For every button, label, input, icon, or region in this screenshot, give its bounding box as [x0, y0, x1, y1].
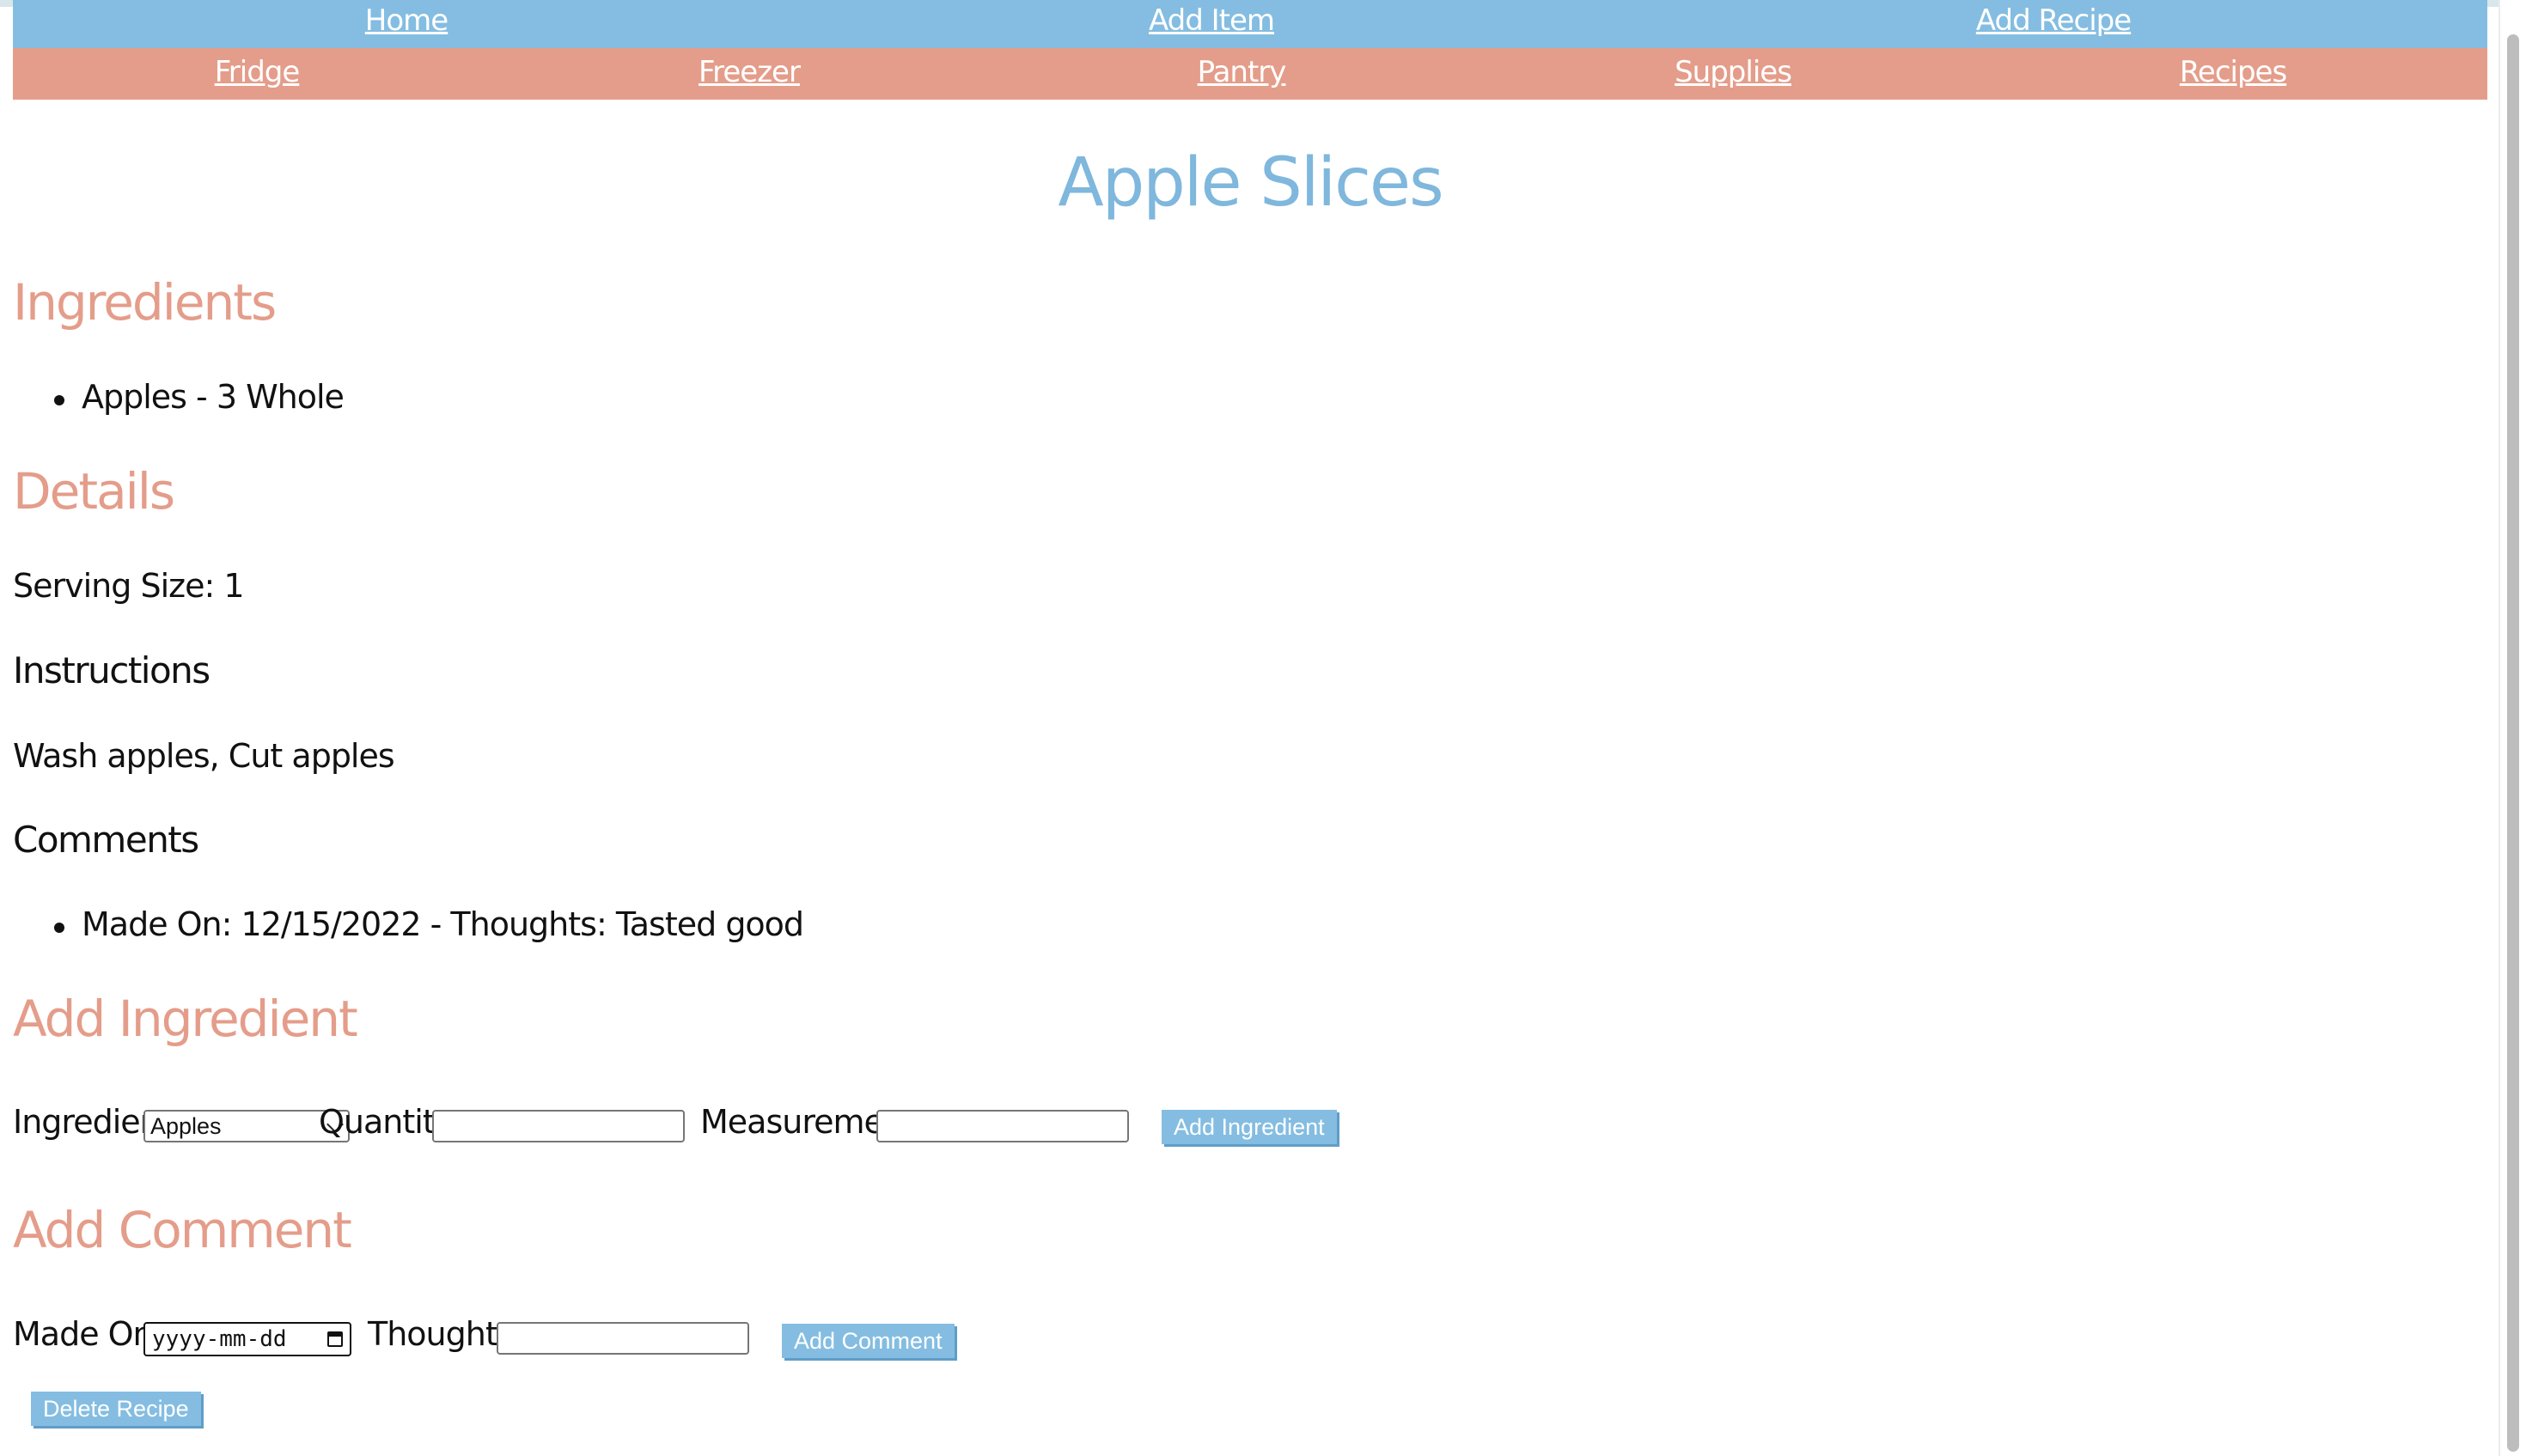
date-placeholder: yyyy-mm-dd	[152, 1326, 287, 1352]
calendar-icon[interactable]	[327, 1331, 343, 1347]
nav-link-home[interactable]: Home	[365, 3, 448, 38]
nav-link-add-item[interactable]: Add Item	[1149, 3, 1275, 38]
serving-size: Serving Size: 1	[13, 567, 245, 605]
ingredients-heading: Ingredients	[13, 273, 277, 332]
nav-link-pantry[interactable]: Pantry	[1198, 55, 1287, 89]
nav-link-add-recipe[interactable]: Add Recipe	[1976, 3, 2132, 38]
thoughts-input[interactable]	[497, 1322, 749, 1355]
page-title: Apple Slices	[1058, 144, 1443, 222]
comments-heading: Comments	[13, 819, 199, 861]
nav-link-supplies[interactable]: Supplies	[1675, 55, 1792, 89]
list-item: Made On: 12/15/2022 - Thoughts: Tasted g…	[13, 905, 804, 943]
page: Home Add Item Add Recipe Fridge Freezer …	[0, 0, 2526, 1456]
quantity-input[interactable]	[432, 1110, 685, 1142]
add-ingredient-button[interactable]: Add Ingredient	[1162, 1110, 1337, 1144]
delete-recipe-button[interactable]: Delete Recipe	[31, 1392, 201, 1426]
ingredient-select-value: Apples	[150, 1113, 222, 1139]
made-on-label: Made On:	[13, 1315, 163, 1353]
comments-list: Made On: 12/15/2022 - Thoughts: Tasted g…	[13, 905, 804, 943]
instructions-heading: Instructions	[13, 649, 210, 691]
nav-link-fridge[interactable]: Fridge	[215, 55, 301, 89]
add-comment-form: Made On: yyyy-mm-dd Thoughts: Add Commen…	[13, 1315, 1044, 1358]
category-nav: Fridge Freezer Pantry Supplies Recipes	[13, 48, 2487, 100]
ingredients-list: Apples - 3 Whole	[13, 378, 345, 416]
list-item: Apples - 3 Whole	[13, 378, 345, 416]
add-ingredient-heading: Add Ingredient	[13, 990, 358, 1048]
add-comment-heading: Add Comment	[13, 1201, 352, 1259]
add-ingredient-form: Ingredient: Apples Quantity: Measurement…	[13, 1103, 1388, 1146]
nav-link-freezer[interactable]: Freezer	[699, 55, 801, 89]
details-heading: Details	[13, 462, 175, 521]
primary-nav: Home Add Item Add Recipe	[13, 0, 2487, 48]
add-comment-button[interactable]: Add Comment	[782, 1324, 955, 1358]
instructions-text: Wash apples, Cut apples	[13, 737, 395, 775]
nav-link-recipes[interactable]: Recipes	[2180, 55, 2287, 89]
measurement-input[interactable]	[876, 1110, 1129, 1142]
made-on-date-input[interactable]: yyyy-mm-dd	[143, 1322, 351, 1356]
scrollbar[interactable]	[2499, 0, 2526, 1456]
scrollbar-thumb[interactable]	[2507, 34, 2519, 1452]
